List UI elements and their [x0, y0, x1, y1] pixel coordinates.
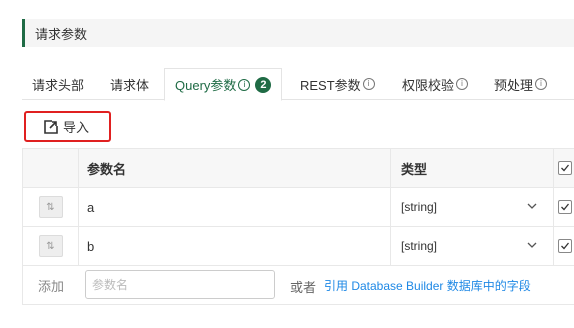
- check-icon: [561, 242, 570, 250]
- param-name[interactable]: a: [79, 188, 391, 226]
- section-title: 请求参数: [35, 26, 88, 42]
- tab-permission-check[interactable]: 权限校验 i: [402, 68, 469, 100]
- param-type-select[interactable]: [string]: [391, 188, 554, 226]
- tab-label: Query参数: [175, 78, 237, 93]
- reference-database-fields-link[interactable]: 引用 Database Builder 数据库中的字段: [324, 277, 531, 294]
- section-header: 请求参数: [22, 19, 574, 47]
- or-text: 或者: [290, 280, 317, 295]
- table-row: ⇅ b [string]: [22, 227, 574, 266]
- tab-label: REST参数: [300, 77, 361, 93]
- count-badge: 2: [255, 76, 272, 93]
- param-type-select[interactable]: [string]: [391, 227, 554, 265]
- tab-label: 请求体: [110, 77, 150, 93]
- info-icon: i: [362, 78, 375, 90]
- tab-preprocess[interactable]: 预处理 i: [494, 68, 548, 100]
- row-checkbox[interactable]: [558, 200, 572, 214]
- tab-label: 请求头部: [32, 77, 85, 93]
- tab-query-params[interactable]: Query参数 i 2: [164, 68, 283, 101]
- check-cell: [554, 188, 574, 226]
- chevron-down-icon: [527, 242, 537, 248]
- drag-cell: ⇅: [22, 188, 79, 226]
- header-name: 参数名: [79, 149, 391, 187]
- drag-cell: ⇅: [22, 227, 79, 265]
- info-icon: i: [535, 78, 548, 90]
- header-type: 类型: [391, 149, 554, 187]
- check-icon: [561, 203, 570, 211]
- header-check-cell: [554, 149, 574, 187]
- add-label: 添加: [22, 265, 79, 305]
- tab-request-body[interactable]: 请求体: [110, 68, 149, 100]
- chevron-down-icon: [527, 203, 537, 209]
- info-icon: i: [456, 78, 469, 90]
- row-checkbox[interactable]: [558, 239, 572, 253]
- import-button[interactable]: 导入: [24, 111, 111, 142]
- param-type-value: [string]: [401, 200, 438, 214]
- param-name[interactable]: b: [79, 227, 391, 265]
- table-row: ⇅ a [string]: [22, 188, 574, 227]
- select-all-checkbox[interactable]: [558, 161, 572, 175]
- check-cell: [554, 227, 574, 265]
- import-label: 导入: [63, 120, 90, 135]
- table-header-row: 参数名 类型: [22, 148, 574, 188]
- add-param-row: 添加 或者 引用 Database Builder 数据库中的字段: [22, 265, 574, 305]
- tab-rest-params[interactable]: REST参数 i: [300, 68, 375, 100]
- header-drag-cell: [22, 149, 79, 187]
- tab-label: 预处理: [494, 77, 534, 93]
- tab-request-headers[interactable]: 请求头部: [32, 68, 84, 100]
- check-icon: [561, 164, 570, 172]
- tab-label: 权限校验: [402, 77, 455, 93]
- tab-bar: 请求头部 请求体 Query参数 i 2 REST参数 i 权限校验 i 预处理…: [22, 68, 574, 101]
- info-icon: i: [238, 78, 251, 91]
- import-icon: [44, 119, 58, 134]
- new-param-name-input[interactable]: [85, 270, 275, 299]
- drag-handle-icon[interactable]: ⇅: [38, 196, 63, 218]
- drag-handle-icon[interactable]: ⇅: [38, 235, 63, 257]
- param-type-value: [string]: [401, 239, 438, 253]
